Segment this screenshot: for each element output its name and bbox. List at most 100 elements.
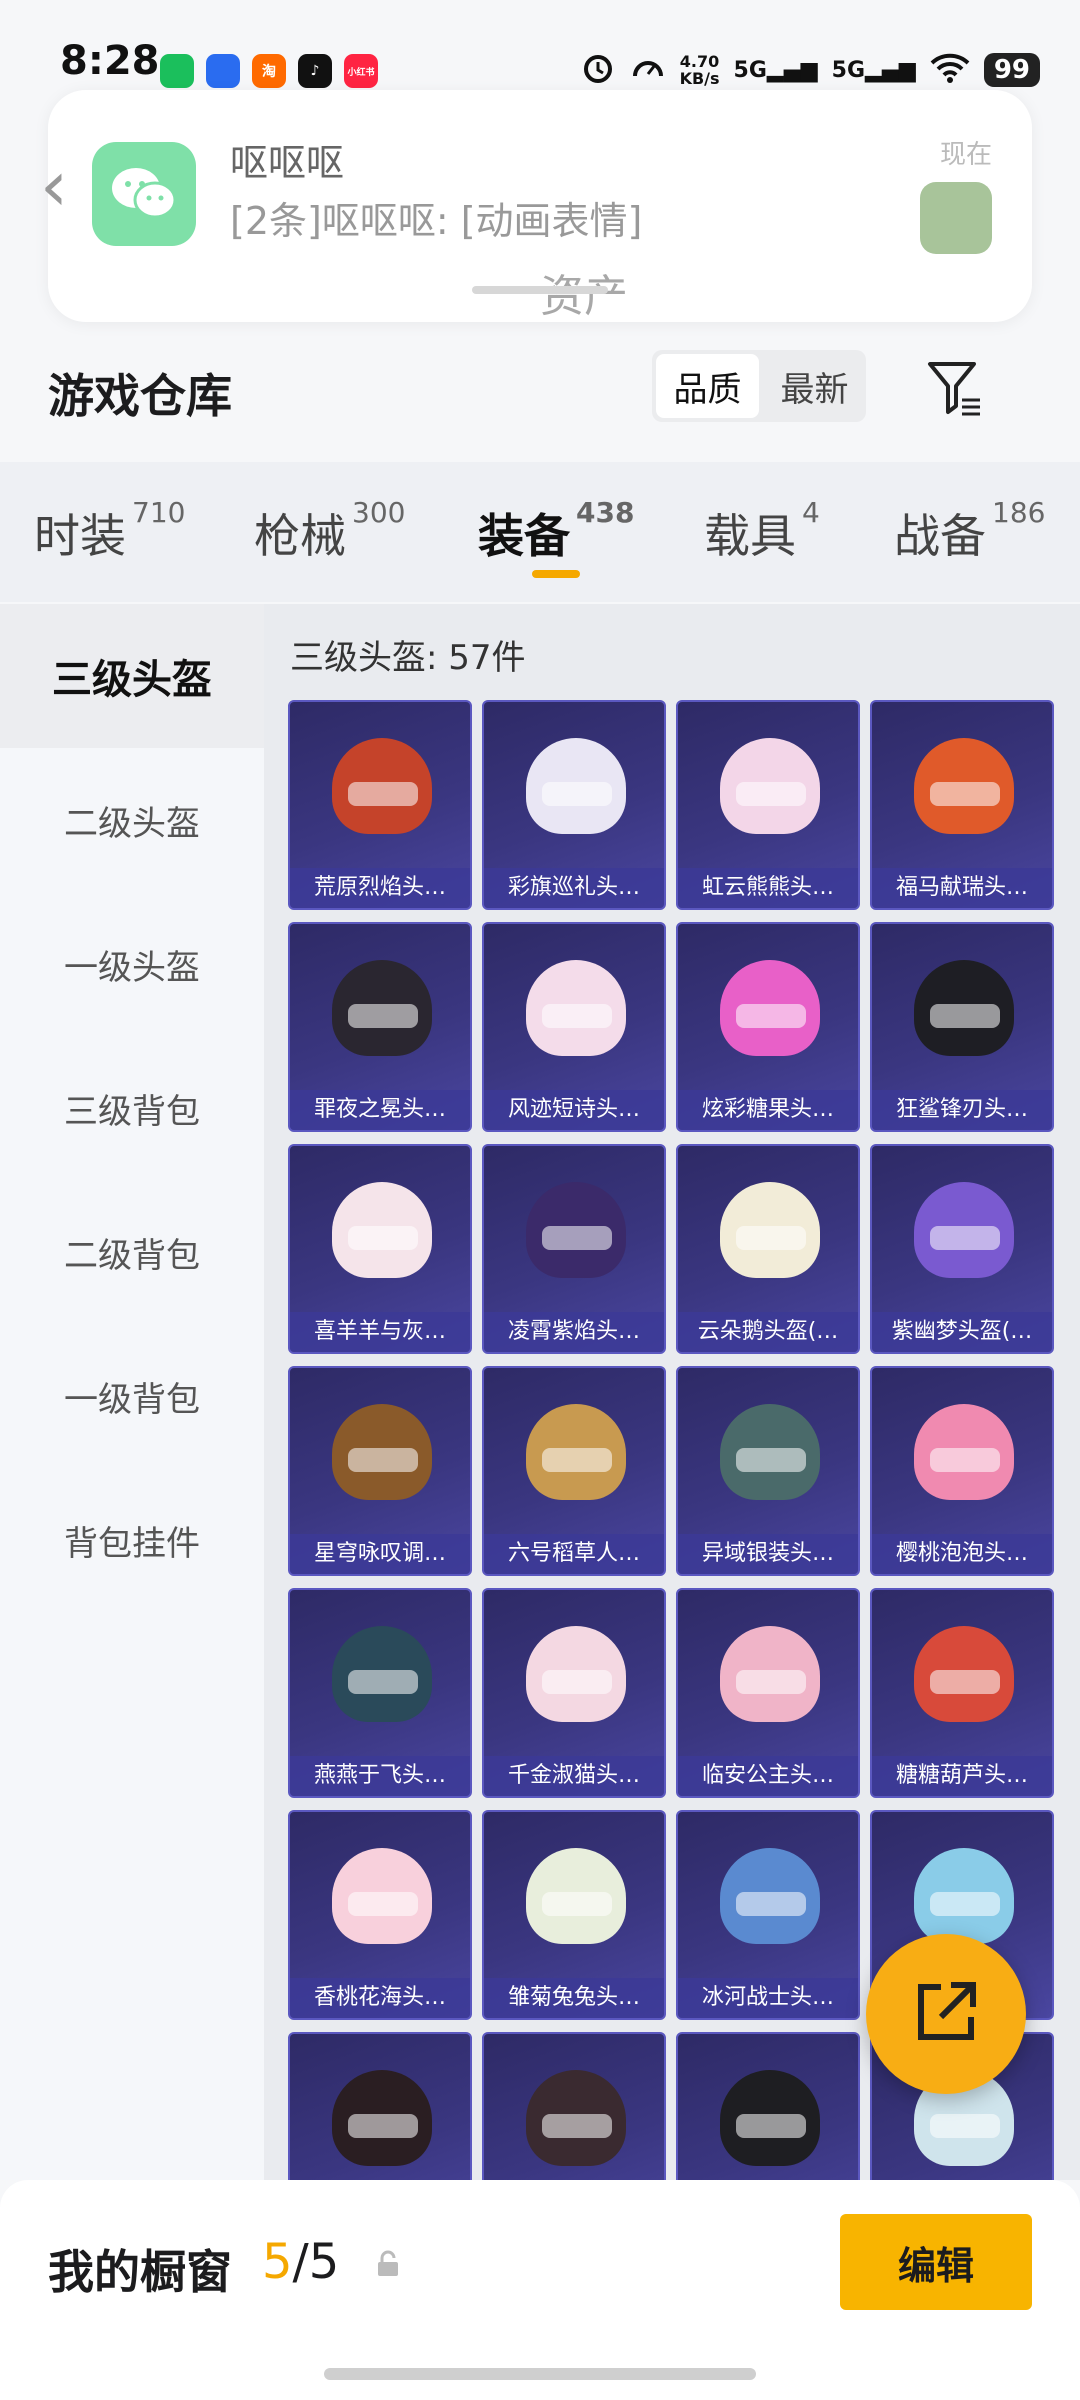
helmet-icon <box>720 1626 820 1722</box>
helmet-icon <box>526 1182 626 1278</box>
item-card[interactable]: 樱桃泡泡头… <box>870 1366 1054 1576</box>
item-card[interactable]: 云朵鹅头盔(… <box>676 1144 860 1354</box>
item-card[interactable]: 紫幽梦头盔(… <box>870 1144 1054 1354</box>
item-label: 星穹咏叹调… <box>290 1534 470 1574</box>
sidebar-item-level3-backpack[interactable]: 三级背包 <box>0 1036 264 1180</box>
item-card[interactable]: 福马献瑞头… <box>870 700 1054 910</box>
item-card[interactable] <box>288 2032 472 2180</box>
helmet-icon <box>914 1404 1014 1500</box>
item-card[interactable]: 凌霄紫焰头… <box>482 1144 666 1354</box>
item-card[interactable]: 千金淑猫头… <box>482 1588 666 1798</box>
tab-label: 载具 <box>704 509 796 563</box>
signal-bars-icon: ▂▄▆ <box>865 57 916 83</box>
home-indicator[interactable] <box>324 2368 756 2380</box>
item-label: 喜羊羊与灰… <box>290 1312 470 1352</box>
item-card[interactable]: 彩旗巡礼头… <box>482 700 666 910</box>
helmet-icon <box>526 2070 626 2166</box>
helmet-visor <box>736 1892 806 1916</box>
helmet-visor <box>930 1670 1000 1694</box>
item-card[interactable]: 炫彩糖果头… <box>676 922 860 1132</box>
sidebar-item-level3-helmet[interactable]: 三级头盔 <box>0 604 264 748</box>
item-card[interactable]: 虹云熊熊头… <box>676 700 860 910</box>
helmet-icon <box>332 1848 432 1944</box>
item-label: 狂鲨锋刃头… <box>872 1090 1052 1130</box>
item-label: 炫彩糖果头… <box>678 1090 858 1130</box>
item-label: 千金淑猫头… <box>484 1756 664 1796</box>
item-card[interactable]: 糖糖葫芦头… <box>870 1588 1054 1798</box>
tab-combat-supplies[interactable]: 战备 186 <box>894 496 1045 566</box>
sort-newest-button[interactable]: 最新 <box>763 350 866 422</box>
item-label: 六号稻草人… <box>484 1534 664 1574</box>
sidebar-item-level1-helmet[interactable]: 一级头盔 <box>0 892 264 1036</box>
status-indicators: 4.70 KB/s 5G▂▄▆ 5G▂▄▆ 99 <box>580 50 1040 90</box>
item-label: 异域银装头… <box>678 1534 858 1574</box>
tab-fashion[interactable]: 时装 710 <box>34 496 185 566</box>
helmet-visor <box>542 1226 612 1250</box>
item-card[interactable]: 雏菊兔兔头… <box>482 1810 666 2020</box>
sidebar-item-level2-helmet[interactable]: 二级头盔 <box>0 748 264 892</box>
helmet-visor <box>930 1004 1000 1028</box>
item-label: 紫幽梦头盔(… <box>872 1312 1052 1352</box>
helmet-icon <box>914 1626 1014 1722</box>
item-card[interactable]: 冰河战士头… <box>676 1810 860 2020</box>
helmet-visor <box>736 2114 806 2138</box>
filter-icon[interactable] <box>924 356 986 418</box>
item-card[interactable]: 临安公主头… <box>676 1588 860 1798</box>
helmet-visor <box>348 782 418 806</box>
item-label: 临安公主头… <box>678 1756 858 1796</box>
taobao-app-icon: 淘 <box>252 54 286 88</box>
share-button[interactable] <box>866 1934 1026 2094</box>
helmet-visor <box>930 1226 1000 1250</box>
item-card[interactable]: 狂鲨锋刃头… <box>870 922 1054 1132</box>
helmet-visor <box>542 782 612 806</box>
item-card[interactable]: 荒原烈焰头… <box>288 700 472 910</box>
tab-count: 186 <box>992 496 1046 529</box>
tab-count: 438 <box>576 496 635 529</box>
item-card[interactable]: 星穹咏叹调… <box>288 1366 472 1576</box>
helmet-visor <box>348 1670 418 1694</box>
edit-button[interactable]: 编辑 <box>840 2214 1032 2310</box>
helmet-visor <box>542 1892 612 1916</box>
sidebar-item-level1-backpack[interactable]: 一级背包 <box>0 1324 264 1468</box>
notification-message: [2条]呕呕呕: [动画表情] <box>230 199 643 243</box>
tab-vehicles[interactable]: 载具 4 <box>704 496 820 566</box>
helmet-icon <box>720 738 820 834</box>
item-card[interactable]: 香桃花海头… <box>288 1810 472 2020</box>
item-label: 香桃花海头… <box>290 1978 470 2018</box>
sort-segmented-control: 品质 最新 <box>652 350 866 422</box>
helmet-visor <box>930 1448 1000 1472</box>
wechat-notification[interactable]: 资产 ‹ 呕呕呕 [2条]呕呕呕: [动画表情] 现在 <box>40 90 1032 322</box>
helmet-icon <box>332 1404 432 1500</box>
helmet-visor <box>736 1004 806 1028</box>
helmet-visor <box>930 782 1000 806</box>
tab-equipment[interactable]: 装备 438 <box>478 496 634 566</box>
item-card[interactable] <box>676 2032 860 2180</box>
item-card[interactable]: 风迹短诗头… <box>482 922 666 1132</box>
item-card[interactable] <box>482 2032 666 2180</box>
helmet-visor <box>348 1004 418 1028</box>
helmet-icon <box>914 1182 1014 1278</box>
item-card[interactable]: 六号稻草人… <box>482 1366 666 1576</box>
showcase-label: 我的橱窗 <box>48 2245 232 2299</box>
bottom-bar: 我的橱窗 5/5 编辑 <box>0 2180 1080 2400</box>
helmet-visor <box>930 2114 1000 2138</box>
page-title: 游戏仓库 <box>48 369 232 423</box>
item-card[interactable]: 异域银装头… <box>676 1366 860 1576</box>
helmet-icon <box>526 1848 626 1944</box>
notification-handle[interactable] <box>472 286 608 294</box>
sidebar-item-backpack-charm[interactable]: 背包挂件 <box>0 1468 264 1612</box>
helmet-icon <box>720 1404 820 1500</box>
helmet-visor <box>930 1892 1000 1916</box>
tab-firearms[interactable]: 枪械 300 <box>254 496 405 566</box>
item-card[interactable]: 罪夜之冕头… <box>288 922 472 1132</box>
helmet-icon <box>526 1404 626 1500</box>
item-card[interactable]: 燕燕于飞头… <box>288 1588 472 1798</box>
sidebar-item-level2-backpack[interactable]: 二级背包 <box>0 1180 264 1324</box>
sort-quality-button[interactable]: 品质 <box>656 354 759 418</box>
back-chevron-icon[interactable]: ‹ <box>40 145 68 227</box>
category-tabs: 时装 710 枪械 300 装备 438 载具 4 战备 186 <box>0 462 1080 602</box>
helmet-icon <box>526 738 626 834</box>
subcategory-sidebar: 三级头盔 二级头盔 一级头盔 三级背包 二级背包 一级背包 背包挂件 <box>0 604 264 2180</box>
helmet-icon <box>720 1848 820 1944</box>
item-card[interactable]: 喜羊羊与灰… <box>288 1144 472 1354</box>
